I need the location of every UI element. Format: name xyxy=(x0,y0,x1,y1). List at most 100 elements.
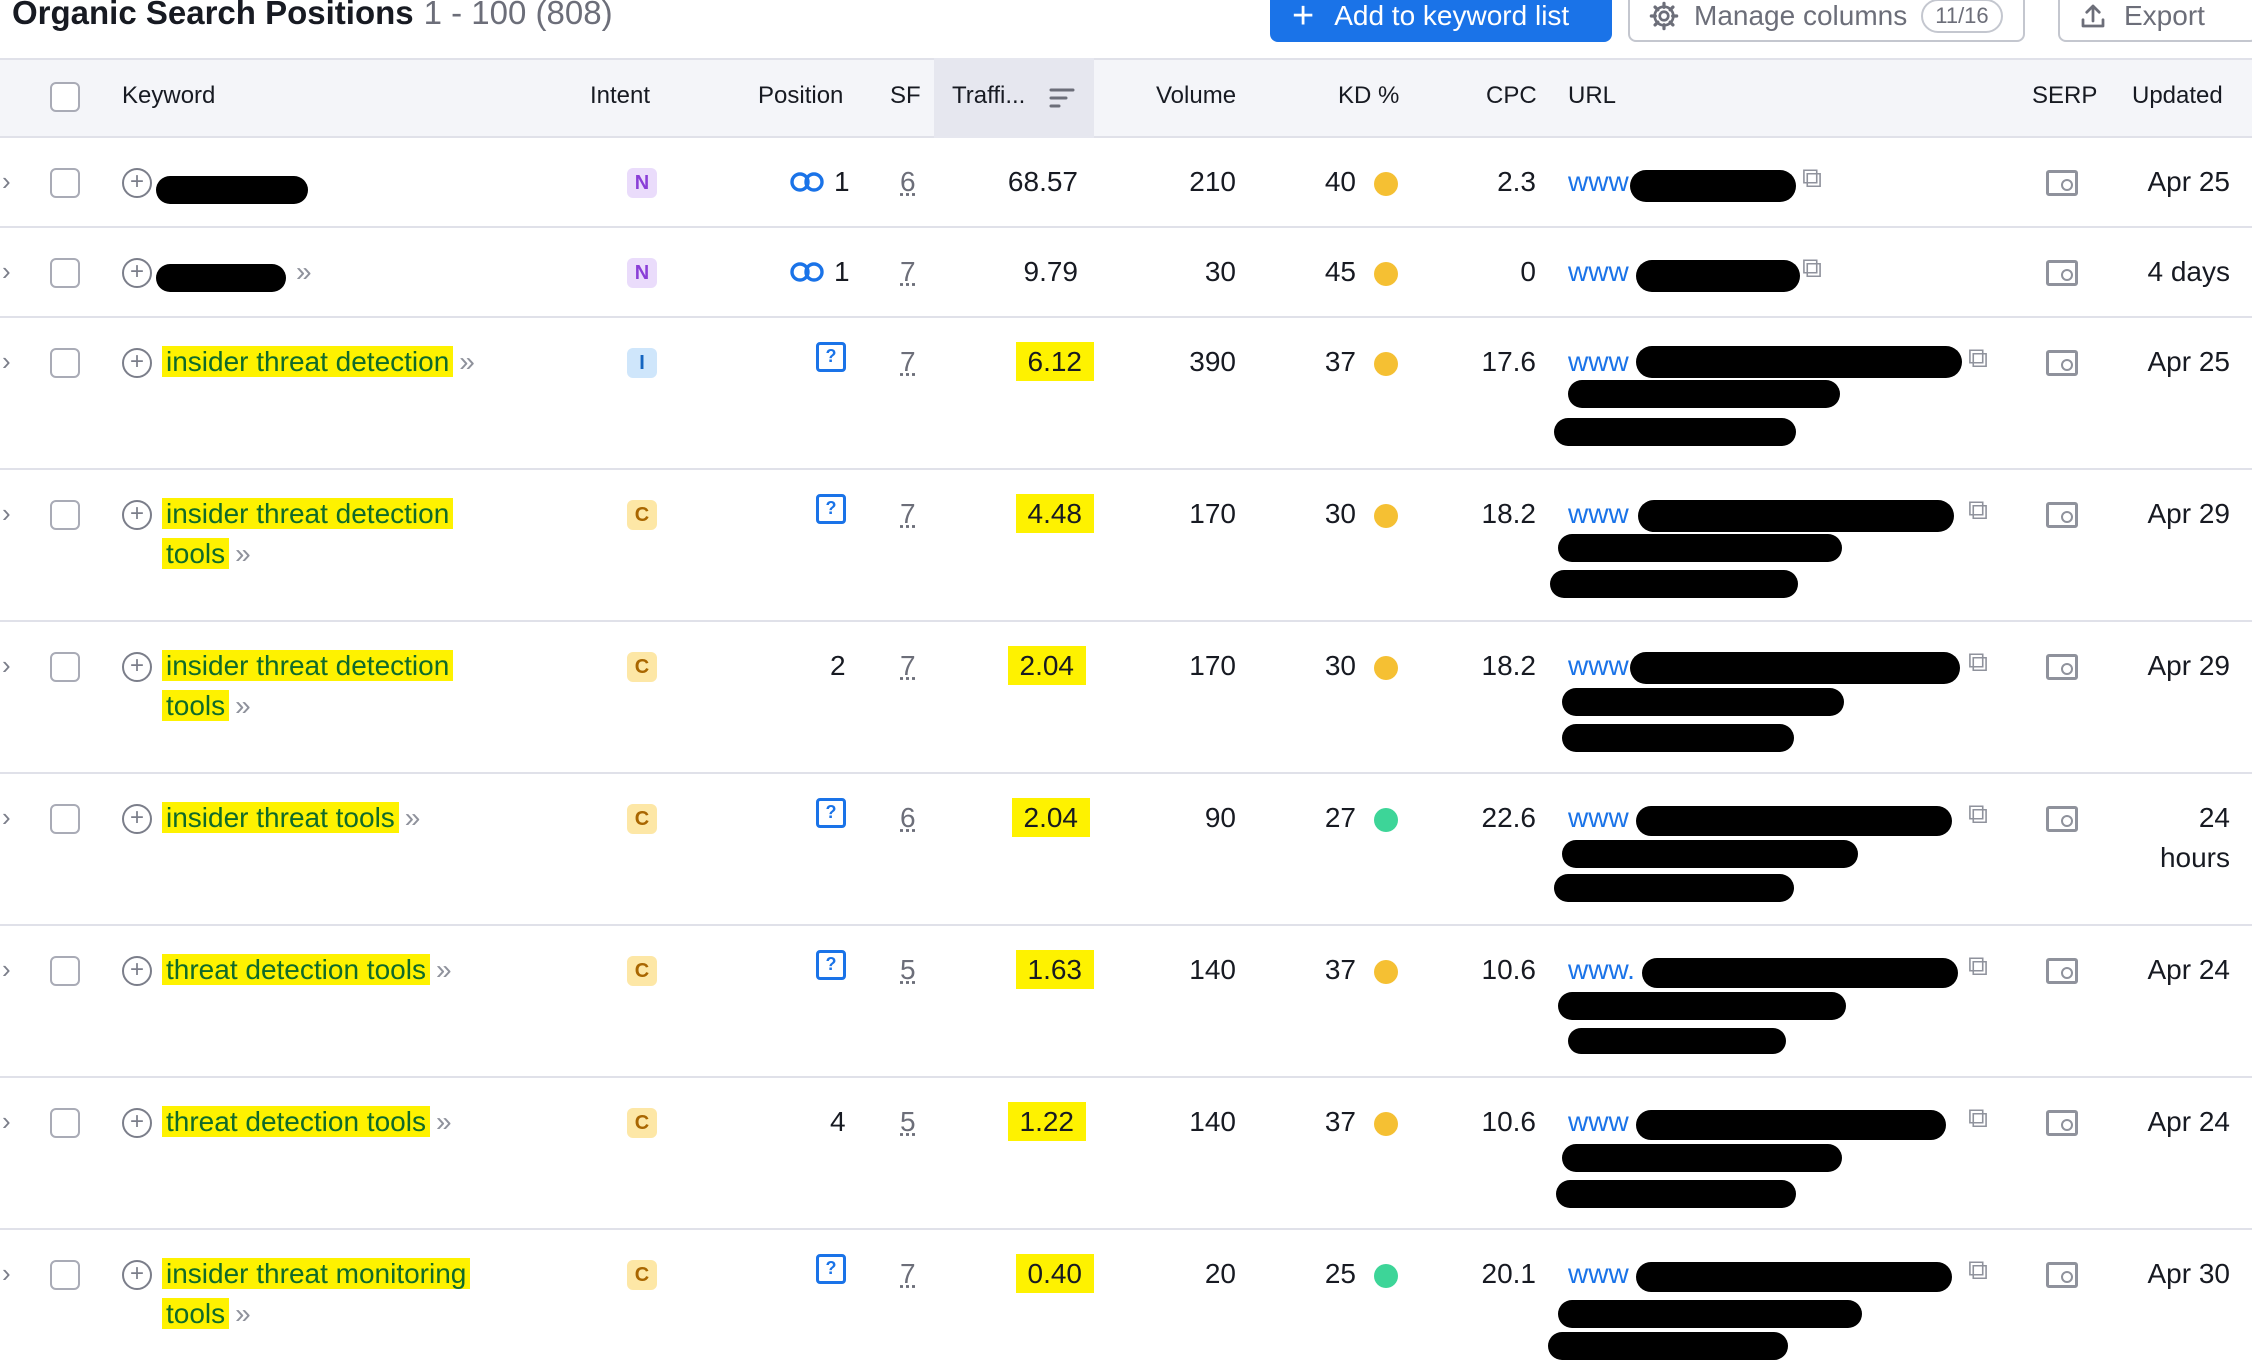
double-chevron-icon[interactable]: » xyxy=(436,954,452,985)
keyword-link[interactable]: threat detection tools» xyxy=(162,1102,452,1142)
url-link[interactable]: www xyxy=(1568,650,1629,682)
serp-preview-icon[interactable] xyxy=(2046,502,2078,528)
double-chevron-icon[interactable]: » xyxy=(235,538,251,569)
chevron-right-icon[interactable]: › xyxy=(2,802,11,833)
chevron-right-icon[interactable]: › xyxy=(2,166,11,197)
chevron-right-icon[interactable]: › xyxy=(2,498,11,529)
serp-features-count[interactable]: 5 xyxy=(900,954,916,986)
external-link-icon[interactable]: ⧉ xyxy=(1968,646,1988,679)
column-updated[interactable]: Updated xyxy=(2132,82,2223,110)
chevron-right-icon[interactable]: › xyxy=(2,346,11,377)
table-row[interactable]: › + insider threat detection tools» C 2 … xyxy=(0,622,2252,774)
external-link-icon[interactable]: ⧉ xyxy=(1802,162,1822,195)
keyword-link[interactable]: threat detection tools» xyxy=(162,950,452,990)
external-link-icon[interactable]: ⧉ xyxy=(1968,494,1988,527)
row-checkbox[interactable] xyxy=(50,956,80,986)
serp-features-count[interactable]: 7 xyxy=(900,498,916,530)
external-link-icon[interactable]: ⧉ xyxy=(1968,1102,1988,1135)
serp-features-count[interactable]: 7 xyxy=(900,256,916,288)
double-chevron-icon[interactable]: » xyxy=(296,256,312,287)
double-chevron-icon[interactable]: » xyxy=(436,1106,452,1137)
table-row[interactable]: › + threat detection tools» C 4 5 1.22 1… xyxy=(0,1078,2252,1230)
external-link-icon[interactable]: ⧉ xyxy=(1968,1254,1988,1287)
serp-features-count[interactable]: 6 xyxy=(900,166,916,198)
row-checkbox[interactable] xyxy=(50,500,80,530)
double-chevron-icon[interactable]: » xyxy=(235,690,251,721)
serp-preview-icon[interactable] xyxy=(2046,1110,2078,1136)
column-kd[interactable]: KD % xyxy=(1338,82,1399,110)
chevron-right-icon[interactable]: › xyxy=(2,650,11,681)
add-keyword-icon[interactable]: + xyxy=(122,652,152,682)
row-checkbox[interactable] xyxy=(50,1260,80,1290)
table-row[interactable]: › + insider threat detection tools» C ? … xyxy=(0,470,2252,622)
add-keyword-icon[interactable]: + xyxy=(122,168,152,198)
table-row[interactable]: › + insider threat detection» I ? 7 6.12… xyxy=(0,318,2252,470)
serp-preview-icon[interactable] xyxy=(2046,958,2078,984)
column-volume[interactable]: Volume xyxy=(1156,82,1236,110)
serp-preview-icon[interactable] xyxy=(2046,806,2078,832)
add-to-keyword-list-button[interactable]: + Add to keyword list xyxy=(1270,0,1612,42)
chevron-right-icon[interactable]: › xyxy=(2,954,11,985)
external-link-icon[interactable]: ⧉ xyxy=(1968,798,1988,831)
column-url[interactable]: URL xyxy=(1568,82,1616,110)
url-link[interactable]: www xyxy=(1568,802,1629,834)
keyword-link[interactable]: insider threat detection tools» xyxy=(162,494,453,574)
external-link-icon[interactable]: ⧉ xyxy=(1968,342,1988,375)
column-serp[interactable]: SERP xyxy=(2032,82,2097,110)
chevron-right-icon[interactable]: › xyxy=(2,1106,11,1137)
serp-preview-icon[interactable] xyxy=(2046,1262,2078,1288)
sort-icon[interactable] xyxy=(1048,84,1076,112)
serp-features-count[interactable]: 5 xyxy=(900,1106,916,1138)
add-keyword-icon[interactable]: + xyxy=(122,258,152,288)
column-traffic[interactable]: Traffi... xyxy=(952,82,1025,110)
row-checkbox[interactable] xyxy=(50,348,80,378)
serp-features-count[interactable]: 7 xyxy=(900,346,916,378)
url-link[interactable]: www xyxy=(1568,256,1629,288)
url-link[interactable]: www xyxy=(1568,1106,1629,1138)
keyword-link[interactable]: insider threat detection tools» xyxy=(162,646,453,726)
double-chevron-icon[interactable]: » xyxy=(235,1298,251,1329)
column-position[interactable]: Position xyxy=(758,82,843,110)
keyword-link[interactable]: » xyxy=(290,252,312,292)
row-checkbox[interactable] xyxy=(50,804,80,834)
table-row[interactable]: › + » N 1 6 68.57 210 40 2.3 www ⧉ Apr 2… xyxy=(0,138,2252,228)
export-button[interactable]: Export xyxy=(2058,0,2252,42)
double-chevron-icon[interactable]: » xyxy=(459,346,475,377)
row-checkbox[interactable] xyxy=(50,168,80,198)
table-row[interactable]: › + » N 1 7 9.79 30 45 0 www ⧉ 4 days xyxy=(0,228,2252,318)
table-row[interactable]: › + insider threat monitoring tools» C ?… xyxy=(0,1230,2252,1372)
column-sf[interactable]: SF xyxy=(890,82,921,110)
keyword-link[interactable]: insider threat tools» xyxy=(162,798,420,838)
serp-preview-icon[interactable] xyxy=(2046,170,2078,196)
url-link[interactable]: www xyxy=(1568,1258,1629,1290)
table-row[interactable]: › + threat detection tools» C ? 5 1.63 1… xyxy=(0,926,2252,1078)
external-link-icon[interactable]: ⧉ xyxy=(1968,950,1988,983)
row-checkbox[interactable] xyxy=(50,1108,80,1138)
chevron-right-icon[interactable]: › xyxy=(2,1258,11,1289)
column-intent[interactable]: Intent xyxy=(590,82,650,110)
add-keyword-icon[interactable]: + xyxy=(122,348,152,378)
keyword-link[interactable]: insider threat detection» xyxy=(162,342,475,382)
add-keyword-icon[interactable]: + xyxy=(122,500,152,530)
url-link[interactable]: www xyxy=(1568,498,1629,530)
add-keyword-icon[interactable]: + xyxy=(122,1108,152,1138)
add-keyword-icon[interactable]: + xyxy=(122,804,152,834)
keyword-link[interactable]: insider threat monitoring tools» xyxy=(162,1254,470,1334)
url-link[interactable]: www xyxy=(1568,166,1629,198)
url-link[interactable]: www xyxy=(1568,346,1629,378)
external-link-icon[interactable]: ⧉ xyxy=(1802,252,1822,285)
column-keyword[interactable]: Keyword xyxy=(122,82,215,110)
double-chevron-icon[interactable]: » xyxy=(405,802,421,833)
chevron-right-icon[interactable]: › xyxy=(2,256,11,287)
column-cpc[interactable]: CPC xyxy=(1486,82,1537,110)
serp-preview-icon[interactable] xyxy=(2046,260,2078,286)
manage-columns-button[interactable]: Manage columns 11/16 xyxy=(1628,0,2025,42)
row-checkbox[interactable] xyxy=(50,258,80,288)
serp-features-count[interactable]: 6 xyxy=(900,802,916,834)
serp-features-count[interactable]: 7 xyxy=(900,650,916,682)
add-keyword-icon[interactable]: + xyxy=(122,1260,152,1290)
serp-preview-icon[interactable] xyxy=(2046,350,2078,376)
serp-features-count[interactable]: 7 xyxy=(900,1258,916,1290)
serp-preview-icon[interactable] xyxy=(2046,654,2078,680)
table-row[interactable]: › + insider threat tools» C ? 6 2.04 90 … xyxy=(0,774,2252,926)
